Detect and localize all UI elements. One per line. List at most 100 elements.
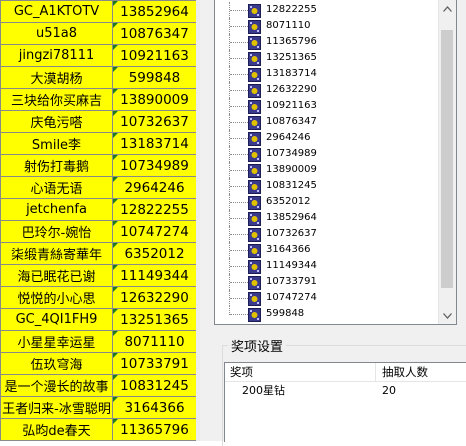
participant-number-cell[interactable]: 13852964 xyxy=(112,0,197,23)
participant-row[interactable]: GC_A1KTOTV 13852964 xyxy=(0,0,197,23)
tree-item[interactable]: 6352012 xyxy=(215,194,441,210)
participant-name-cell[interactable]: 伍玖穹海 xyxy=(0,352,113,375)
scroll-up-button[interactable] xyxy=(439,0,456,17)
participant-row[interactable]: 柒缎青絲寄華年 6352012 xyxy=(0,242,197,265)
participant-number-cell[interactable]: 10921163 xyxy=(112,44,197,67)
participant-number-cell[interactable]: 10831245 xyxy=(112,374,197,397)
tree-item[interactable]: 10831245 xyxy=(215,178,441,194)
tree-item[interactable]: 10747274 xyxy=(215,290,441,306)
prize-list[interactable]: 奖项 抽取人数 200星钻 20 xyxy=(224,362,466,442)
tree-view[interactable]: 12822255 8071110 11365796 13251365 13183714 1… xyxy=(214,0,457,325)
participant-number-cell[interactable]: 6352012 xyxy=(112,242,197,265)
participant-name-cell[interactable]: jetchenfa xyxy=(0,198,113,221)
participant-name-cell[interactable]: 弘昀de春天 xyxy=(0,418,113,441)
tree-item[interactable]: 11365796 xyxy=(215,34,441,50)
tree-item[interactable]: 10921163 xyxy=(215,98,441,114)
participant-name-cell[interactable]: jingzi78111 xyxy=(0,44,113,67)
participant-name-cell[interactable]: GC_4QI1FH9 xyxy=(0,308,113,331)
participant-name-cell[interactable]: 心语无语 xyxy=(0,176,113,199)
participant-row[interactable]: 小星星幸运星 8071110 xyxy=(0,330,197,353)
participant-row[interactable]: 悦悦的小心思 12632290 xyxy=(0,286,197,309)
participant-row[interactable]: 王者归来-冰雪聪明 3164366 xyxy=(0,396,197,419)
participant-number-cell[interactable]: 10876347 xyxy=(112,22,197,45)
participant-row[interactable]: 射伤打毒鹅 10734989 xyxy=(0,154,197,177)
participant-number-cell[interactable]: 10733791 xyxy=(112,352,197,375)
tree-item[interactable]: 11149344 xyxy=(215,258,441,274)
tree-item[interactable]: 12632290 xyxy=(215,82,441,98)
participant-row[interactable]: 大漠胡杨 599848 xyxy=(0,66,197,89)
tree-item[interactable]: 10876347 xyxy=(215,114,441,130)
participant-number-cell[interactable]: 8071110 xyxy=(112,330,197,353)
column-header-count[interactable]: 抽取人数 xyxy=(377,363,466,381)
tree-item[interactable]: 13251365 xyxy=(215,50,441,66)
tree-branch-line xyxy=(230,154,248,155)
participant-name-cell[interactable]: u51a8 xyxy=(0,22,113,45)
tree-item[interactable]: 599848 xyxy=(215,306,441,322)
tree-item[interactable]: 2964246 xyxy=(215,130,441,146)
participant-number-cell[interactable]: 12632290 xyxy=(112,286,197,309)
tree-node-icon xyxy=(248,307,261,322)
participant-row[interactable]: jetchenfa 12822255 xyxy=(0,198,197,221)
participant-number-cell[interactable]: 10734989 xyxy=(112,154,197,177)
tree-item[interactable]: 10734989 xyxy=(215,146,441,162)
prize-row[interactable]: 200星钻 20 xyxy=(225,383,466,399)
participant-number-cell[interactable]: 3164366 xyxy=(112,396,197,419)
tree-item[interactable]: 8071110 xyxy=(215,18,441,34)
column-header-prize[interactable]: 奖项 xyxy=(225,363,376,381)
tree-node-icon xyxy=(248,3,261,18)
participant-name-cell[interactable]: 三块给你买麻吉 xyxy=(0,88,113,111)
participant-name-cell[interactable]: 王者归来-冰雪聪明 xyxy=(0,396,113,419)
participant-row[interactable]: 伍玖穹海 10733791 xyxy=(0,352,197,375)
tree-item[interactable]: 3164366 xyxy=(215,242,441,258)
participant-name-cell[interactable]: 小星星幸运星 xyxy=(0,330,113,353)
vertical-scrollbar[interactable] xyxy=(438,0,456,324)
participant-row[interactable]: Smile李 13183714 xyxy=(0,132,197,155)
tree-item[interactable]: 10732637 xyxy=(215,226,441,242)
participant-number-cell[interactable]: 10732637 xyxy=(112,110,197,133)
participant-row[interactable]: 三块给你买麻吉 13890009 xyxy=(0,88,197,111)
tree-item[interactable]: 12822255 xyxy=(215,2,441,18)
participant-name-cell[interactable]: 庆龟污嗒 xyxy=(0,110,113,133)
participant-row[interactable]: 心语无语 2964246 xyxy=(0,176,197,199)
scroll-thumb[interactable] xyxy=(441,30,453,288)
participant-row[interactable]: 海已眠花已谢 11149344 xyxy=(0,264,197,287)
tree-item-label: 10831245 xyxy=(266,180,317,191)
participant-name-cell[interactable]: 射伤打毒鹅 xyxy=(0,154,113,177)
participant-row[interactable]: 弘昀de春天 11365796 xyxy=(0,418,197,441)
participant-number-cell[interactable]: 10747274 xyxy=(112,220,197,243)
participant-number-cell[interactable]: 11149344 xyxy=(112,264,197,287)
participant-number-cell[interactable]: 2964246 xyxy=(112,176,197,199)
participant-row[interactable]: GC_4QI1FH9 13251365 xyxy=(0,308,197,331)
participant-name-cell[interactable]: GC_A1KTOTV xyxy=(0,0,113,23)
tree-item[interactable]: 13183714 xyxy=(215,66,441,82)
participant-number-cell[interactable]: 11365796 xyxy=(112,418,197,441)
tree-item-label: 10921163 xyxy=(266,100,317,111)
participant-number-cell[interactable]: 13251365 xyxy=(112,308,197,331)
tree-branch-line xyxy=(230,282,248,283)
participant-number-cell[interactable]: 13890009 xyxy=(112,88,197,111)
participant-row[interactable]: 是一个漫长的故事 10831245 xyxy=(0,374,197,397)
tree-item[interactable]: 13852964 xyxy=(215,210,441,226)
participant-row[interactable]: 庆龟污嗒 10732637 xyxy=(0,110,197,133)
scroll-down-button[interactable] xyxy=(439,307,456,324)
arrow-down-icon xyxy=(443,312,452,319)
tree-item[interactable]: 13890009 xyxy=(215,162,441,178)
tree-list: 12822255 8071110 11365796 13251365 13183714 1… xyxy=(215,2,441,324)
tree-node-icon xyxy=(248,19,261,34)
participant-name-cell[interactable]: 柒缎青絲寄華年 xyxy=(0,242,113,265)
participant-row[interactable]: jingzi78111 10921163 xyxy=(0,44,197,67)
participant-row[interactable]: 巴玲尔-婉怡 10747274 xyxy=(0,220,197,243)
participant-number-cell[interactable]: 599848 xyxy=(112,66,197,89)
participant-name-cell[interactable]: 大漠胡杨 xyxy=(0,66,113,89)
participant-row[interactable]: u51a8 10876347 xyxy=(0,22,197,45)
participant-name-cell[interactable]: 是一个漫长的故事 xyxy=(0,374,113,397)
tree-branch-line xyxy=(230,202,248,203)
participant-name-cell[interactable]: 海已眠花已谢 xyxy=(0,264,113,287)
participant-name-cell[interactable]: Smile李 xyxy=(0,132,113,155)
tree-item[interactable]: 10733791 xyxy=(215,274,441,290)
tree-item-label: 10732637 xyxy=(266,228,317,239)
participant-name-cell[interactable]: 悦悦的小心思 xyxy=(0,286,113,309)
participant-number-cell[interactable]: 13183714 xyxy=(112,132,197,155)
participant-number-cell[interactable]: 12822255 xyxy=(112,198,197,221)
participant-name-cell[interactable]: 巴玲尔-婉怡 xyxy=(0,220,113,243)
